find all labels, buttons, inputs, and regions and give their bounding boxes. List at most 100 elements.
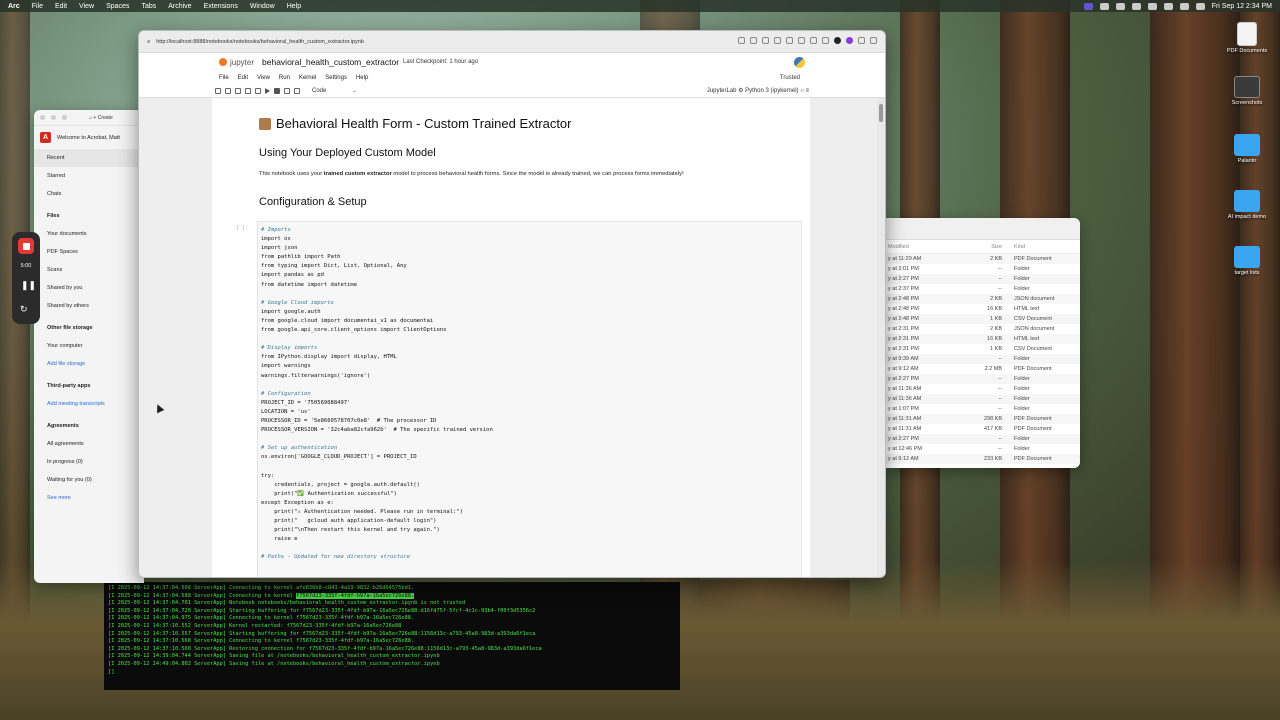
status-icon[interactable] (1099, 2, 1109, 10)
link-icon[interactable] (738, 37, 745, 44)
nav-shared-by-you[interactable]: Shared by you (34, 279, 144, 297)
extension-icon[interactable] (822, 37, 829, 44)
finder-row[interactable]: y at 2:31 PM 1 KB CSV Document (884, 344, 1080, 354)
nav-pdf-spaces[interactable]: PDF Spaces (34, 243, 144, 261)
extension-icon[interactable] (858, 37, 865, 44)
paste-icon[interactable] (255, 87, 261, 94)
fast-forward-icon[interactable] (294, 87, 300, 94)
sidebar-toggle-icon[interactable] (870, 37, 877, 44)
see-more-link[interactable]: See more (34, 489, 144, 507)
jmenu-help[interactable]: Help (356, 75, 368, 81)
pause-icon[interactable]: ❚❚ (21, 280, 36, 291)
finder-row[interactable]: y at 2:48 PM 2 KB JSON document (884, 294, 1080, 304)
nav-your-computer[interactable]: Your computer (34, 337, 144, 355)
column-kind[interactable]: Kind (1008, 240, 1080, 253)
add-meeting-transcripts-link[interactable]: Add meeting transcripts (34, 395, 144, 413)
menu-app-name[interactable]: Arc (8, 3, 20, 10)
menu-tabs[interactable]: Tabs (141, 3, 156, 10)
column-modified[interactable]: Modified (884, 240, 958, 253)
scrollbar-thumb[interactable] (879, 104, 883, 122)
extension-icon[interactable] (846, 37, 853, 44)
finder-row[interactable]: y at 1:07 PM -- Folder (884, 404, 1080, 414)
jmenu-run[interactable]: Run (279, 75, 290, 81)
menu-view[interactable]: View (79, 3, 94, 10)
desktop-icon-screenshots[interactable]: Screenshots (1219, 76, 1275, 106)
window-minimize-button[interactable] (51, 115, 56, 120)
terminal-window[interactable]: [I 2025-09-12 14:37:04.568 ServerApp] Co… (104, 582, 680, 690)
cell-type-select[interactable]: Code (312, 88, 326, 94)
finder-row[interactable]: y at 11:29 AM 2 KB PDF Document (884, 254, 1080, 264)
restart-icon[interactable] (284, 87, 290, 94)
run-icon[interactable] (265, 87, 270, 94)
nav-scans[interactable]: Scans (34, 261, 144, 279)
nav-your-documents[interactable]: Your documents (34, 225, 144, 243)
create-button[interactable]: ⌂ + Create (89, 115, 113, 121)
finder-row[interactable]: y at 11:31 AM 417 KB PDF Document (884, 424, 1080, 434)
desktop-icon-palantir[interactable]: Palantir (1219, 134, 1275, 164)
notebook-scrollbar[interactable] (877, 98, 885, 577)
code-editor[interactable]: # Imports import os import json from pathli… (261, 226, 798, 562)
capture-icon[interactable] (750, 37, 757, 44)
menu-help[interactable]: Help (287, 3, 301, 10)
sidebar-icon[interactable] (774, 37, 781, 44)
code-cell[interactable]: # Imports import os import json from pathli… (257, 221, 802, 577)
nav-shared-by-others[interactable]: Shared by others (34, 297, 144, 315)
finder-row[interactable]: y at 9:12 AM 233 KB PDF Document (884, 454, 1080, 464)
finder-row[interactable]: y at 2:48 PM 1 KB CSV Document (884, 314, 1080, 324)
url-text[interactable]: http://localhost:8888/notebooks/notebook… (156, 39, 364, 45)
finder-row[interactable]: y at 11:36 AM -- Folder (884, 394, 1080, 404)
jmenu-settings[interactable]: Settings (325, 75, 347, 81)
desktop-icon-target-lists[interactable]: target lists (1219, 246, 1275, 276)
finder-row[interactable]: y at 11:31 AM 298 KB PDF Document (884, 414, 1080, 424)
column-size[interactable]: Size (958, 240, 1008, 253)
camera-icon[interactable] (762, 37, 769, 44)
nav-in-progress[interactable]: In progress (0) (34, 453, 144, 471)
jmenu-file[interactable]: File (219, 75, 229, 81)
wifi-icon[interactable] (1163, 2, 1173, 10)
menu-window[interactable]: Window (250, 3, 275, 10)
battery-icon[interactable] (1147, 2, 1157, 10)
jupyter-logo[interactable]: jupyter (219, 58, 254, 67)
status-icon[interactable] (1131, 2, 1141, 10)
menu-file[interactable]: File (32, 3, 43, 10)
status-icon[interactable] (1115, 2, 1125, 10)
nav-starred[interactable]: Starred (34, 167, 144, 185)
desktop-icon-ai-impact-demo[interactable]: AI impact demo (1219, 190, 1275, 220)
add-file-storage-link[interactable]: Add file storage (34, 355, 144, 373)
control-center-icon[interactable] (1195, 2, 1205, 10)
trusted-indicator[interactable]: Trusted (780, 75, 800, 81)
finder-row[interactable]: y at 2:31 PM 16 KB HTML text (884, 334, 1080, 344)
extension-icon[interactable] (810, 37, 817, 44)
finder-row[interactable]: y at 12:46 PM -- Folder (884, 444, 1080, 454)
finder-row[interactable]: y at 9:39 AM -- Folder (884, 354, 1080, 364)
notebook-title[interactable]: behavioral_health_custom_extractor (262, 57, 399, 67)
stop-icon[interactable] (274, 87, 280, 94)
nav-chats[interactable]: Chats (34, 185, 144, 203)
finder-row[interactable]: y at 2:27 PM -- Folder (884, 274, 1080, 284)
nav-recent[interactable]: Recent (34, 149, 144, 167)
search-icon[interactable] (1179, 2, 1189, 10)
nav-all-agreements[interactable]: All agreements (34, 435, 144, 453)
menu-clock[interactable]: Fri Sep 12 2:34 PM (1212, 3, 1272, 10)
finder-row[interactable]: y at 2:01 PM -- Folder (884, 264, 1080, 274)
jmenu-kernel[interactable]: Kernel (299, 75, 316, 81)
finder-row[interactable]: y at 2:31 PM 2 KB JSON document (884, 324, 1080, 334)
finder-row[interactable]: y at 2:27 PM -- Folder (884, 434, 1080, 444)
add-cell-icon[interactable] (225, 87, 231, 94)
kernel-status[interactable]: JupyterLab ⚙ Python 3 (ipykernel) ○ ≡ (707, 87, 809, 94)
restart-icon[interactable]: ↻ (20, 304, 28, 315)
finder-row[interactable]: y at 2:37 PM -- Folder (884, 284, 1080, 294)
screen-record-icon[interactable] (1083, 2, 1093, 10)
finder-row[interactable]: y at 9:12 AM 2.2 MB PDF Document (884, 364, 1080, 374)
menu-extensions[interactable]: Extensions (204, 3, 238, 10)
jmenu-edit[interactable]: Edit (238, 75, 248, 81)
jmenu-view[interactable]: View (257, 75, 270, 81)
address-bar[interactable]: ≡ http://localhost:8888/notebooks/notebo… (139, 31, 885, 53)
menu-spaces[interactable]: Spaces (106, 3, 129, 10)
window-close-button[interactable] (40, 115, 45, 120)
chevron-down-icon[interactable]: ⌄ (352, 88, 356, 94)
extension-icon[interactable] (798, 37, 805, 44)
cut-icon[interactable] (235, 87, 241, 94)
save-icon[interactable] (215, 87, 221, 94)
nav-waiting-for-you[interactable]: Waiting for you (0) (34, 471, 144, 489)
